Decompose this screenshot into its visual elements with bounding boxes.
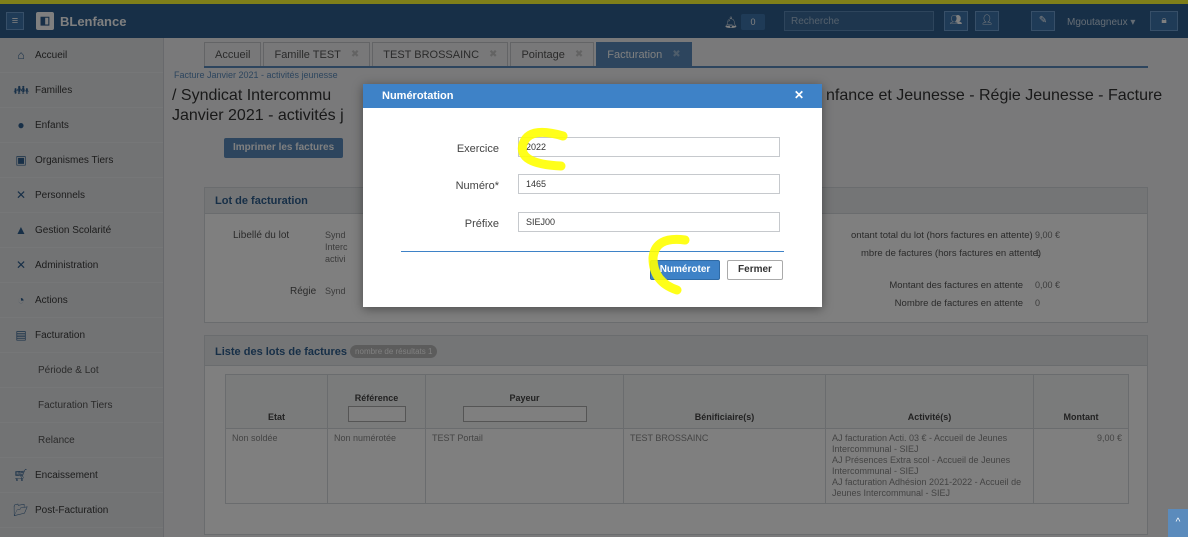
dialog-separator: [401, 251, 784, 252]
scroll-top-button[interactable]: ^: [1168, 509, 1188, 537]
numero-label: Numéro*: [455, 180, 499, 192]
yellow-annotation-mark: [648, 234, 690, 295]
close-icon[interactable]: ✕: [794, 88, 804, 102]
yellow-annotation-mark: [517, 127, 568, 171]
numero-input[interactable]: [518, 174, 780, 194]
prefixe-input[interactable]: [518, 212, 780, 232]
prefixe-label: Préfixe: [464, 218, 499, 230]
exercice-label: Exercice: [456, 143, 499, 155]
fermer-button[interactable]: Fermer: [727, 260, 783, 280]
dialog-title: Numérotation: [382, 90, 454, 102]
dialog-header: Numérotation ✕: [363, 84, 822, 108]
numerotation-dialog: Numérotation ✕ Exercice Numéro* Préfixe …: [363, 84, 822, 307]
